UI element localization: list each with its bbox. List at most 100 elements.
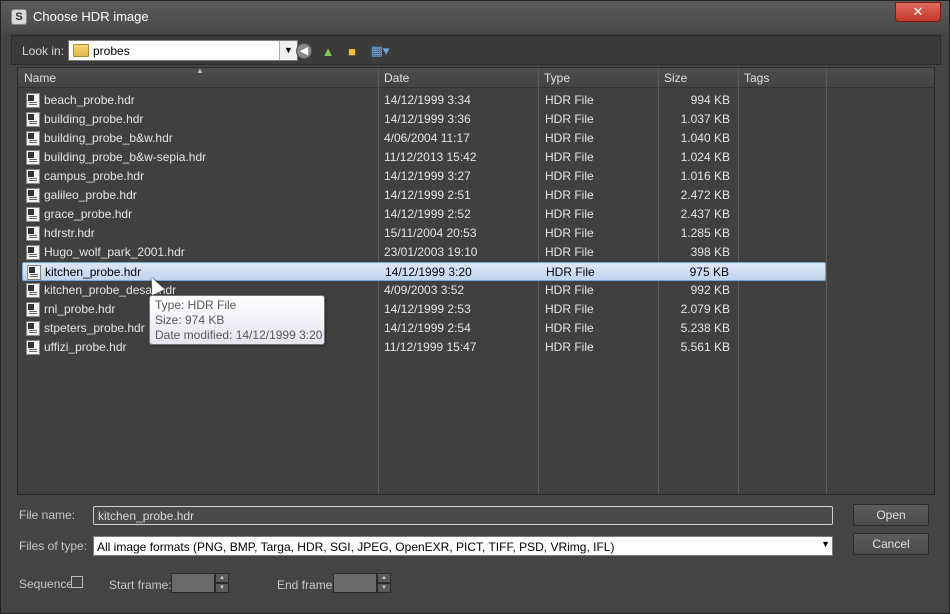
file-type: HDR File: [545, 340, 594, 354]
file-date: 23/01/2003 19:10: [384, 245, 478, 259]
file-name: uffizi_probe.hdr: [44, 340, 127, 354]
file-date: 14/12/1999 2:53: [384, 302, 471, 316]
file-name: hdrstr.hdr: [44, 226, 95, 240]
hdr-file-icon: [26, 226, 40, 241]
file-size: 1.016 KB: [680, 169, 730, 183]
file-row[interactable]: galileo_probe.hdr 14/12/1999 2:51 HDR File…: [22, 186, 826, 205]
back-icon[interactable]: ◀: [294, 41, 314, 61]
file-name: building_probe.hdr: [44, 112, 144, 126]
chevron-down-icon[interactable]: ▼: [821, 539, 830, 549]
file-date: 14/12/1999 3:34: [384, 93, 471, 107]
file-row[interactable]: stpeters_probe.hdr 14/12/1999 2:54 HDR Fil…: [22, 319, 826, 338]
file-name: campus_probe.hdr: [44, 169, 145, 183]
file-type: HDR File: [545, 169, 594, 183]
look-in-combobox[interactable]: probes ▼: [68, 40, 298, 61]
file-date: 14/12/1999 3:27: [384, 169, 471, 183]
files-of-type-select[interactable]: All image formats (PNG, BMP, Targa, HDR,…: [93, 536, 833, 556]
hdr-file-icon: [26, 169, 40, 184]
file-date: 11/12/2013 15:42: [384, 150, 477, 164]
hdr-file-icon: [26, 302, 40, 317]
file-date: 14/12/1999 3:36: [384, 112, 471, 126]
tooltip-size: Size: 974 KB: [155, 313, 225, 327]
file-type: HDR File: [545, 93, 594, 107]
end-frame-label: End frame:: [277, 578, 336, 592]
file-list-header: Name ▲ Date Type Size Tags: [18, 68, 934, 88]
spin-down-icon[interactable]: ▼: [215, 583, 229, 593]
column-tags[interactable]: Tags: [744, 71, 769, 85]
spin-down-icon[interactable]: ▼: [377, 583, 391, 593]
file-size: 2.079 KB: [680, 302, 730, 316]
file-type: HDR File: [545, 302, 594, 316]
hdr-file-icon: [26, 283, 40, 298]
file-row[interactable]: hdrstr.hdr 15/11/2004 20:53 HDR File 1.285 …: [22, 224, 826, 243]
column-name[interactable]: Name: [24, 71, 56, 85]
spin-up-icon[interactable]: ▲: [377, 573, 391, 583]
start-frame-spinner[interactable]: ▲ ▼: [171, 573, 229, 593]
file-size: 1.037 KB: [680, 112, 730, 126]
file-size: 1.285 KB: [680, 226, 730, 240]
file-size: 5.238 KB: [680, 321, 730, 335]
file-info-tooltip: Type: HDR File Size: 974 KB Date modifie…: [149, 295, 325, 345]
cancel-button[interactable]: Cancel: [853, 533, 929, 555]
file-row[interactable]: building_probe_b&w-sepia.hdr 11/12/2013 1…: [22, 148, 826, 167]
window-title: Choose HDR image: [33, 9, 149, 24]
new-folder-icon[interactable]: ■: [342, 41, 362, 61]
spin-up-icon[interactable]: ▲: [215, 573, 229, 583]
files-of-type-label: Files of type:: [19, 539, 88, 553]
file-name: grace_probe.hdr: [44, 207, 133, 221]
file-date: 4/06/2004 11:17: [384, 131, 470, 145]
column-divider[interactable]: [826, 68, 827, 494]
hdr-file-icon: [26, 112, 40, 127]
column-size[interactable]: Size: [664, 71, 687, 85]
tooltip-type: Type: HDR File: [155, 298, 237, 312]
file-name: beach_probe.hdr: [44, 93, 135, 107]
file-row[interactable]: kitchen_probe.hdr 14/12/1999 3:20 HDR File…: [22, 262, 826, 281]
file-row[interactable]: building_probe_b&w.hdr 4/06/2004 11:17 HDR…: [22, 129, 826, 148]
close-button[interactable]: ✕: [895, 2, 941, 22]
file-name: stpeters_probe.hdr: [44, 321, 145, 335]
file-date: 14/12/1999 2:51: [384, 188, 471, 202]
file-date: 4/09/2003 3:52: [384, 283, 465, 297]
files-of-type-value: All image formats (PNG, BMP, Targa, HDR,…: [97, 540, 615, 554]
file-row[interactable]: campus_probe.hdr 14/12/1999 3:27 HDR File 1…: [22, 167, 826, 186]
column-date[interactable]: Date: [384, 71, 409, 85]
file-date: 15/11/2004 20:53: [384, 226, 477, 240]
sort-ascending-icon: ▲: [196, 67, 204, 75]
file-type: HDR File: [545, 188, 594, 202]
file-row[interactable]: rnl_probe.hdr 14/12/1999 2:53 HDR File 2.07…: [22, 300, 826, 319]
start-frame-input[interactable]: [171, 573, 215, 593]
look-in-label: Look in:: [22, 44, 65, 58]
hdr-file-icon: [26, 150, 40, 165]
file-type: HDR File: [545, 245, 594, 259]
file-size: 994 KB: [690, 93, 730, 107]
sequence-checkbox[interactable]: [71, 576, 83, 588]
file-size: 2.437 KB: [680, 207, 730, 221]
end-frame-input[interactable]: [333, 573, 377, 593]
file-name: building_probe_b&w.hdr: [44, 131, 173, 145]
file-type: HDR File: [545, 283, 594, 297]
up-folder-icon[interactable]: ▲: [318, 41, 338, 61]
file-type: HDR File: [545, 226, 594, 240]
hdr-file-icon: [26, 321, 40, 336]
column-type[interactable]: Type: [544, 71, 570, 85]
file-size: 5.561 KB: [680, 340, 730, 354]
file-name: rnl_probe.hdr: [44, 302, 116, 316]
file-row[interactable]: kitchen_probe_desat.hdr 4/09/2003 3:52 HDR…: [22, 281, 826, 300]
app-logo-icon: S: [11, 9, 27, 25]
file-size: 1.040 KB: [680, 131, 730, 145]
file-row[interactable]: Hugo_wolf_park_2001.hdr 23/01/2003 19:10 H…: [22, 243, 826, 262]
file-date: 14/12/1999 2:54: [384, 321, 471, 335]
views-menu-icon[interactable]: ▦▾: [366, 41, 394, 61]
file-size: 398 KB: [690, 245, 730, 259]
file-name: Hugo_wolf_park_2001.hdr: [44, 245, 185, 259]
title-bar[interactable]: S Choose HDR image ✕: [1, 1, 949, 33]
file-size: 2.472 KB: [680, 188, 730, 202]
hdr-file-icon: [26, 188, 40, 203]
end-frame-spinner[interactable]: ▲ ▼: [333, 573, 391, 593]
file-row[interactable]: uffizi_probe.hdr 11/12/1999 15:47 HDR File…: [22, 338, 826, 357]
file-row[interactable]: building_probe.hdr 14/12/1999 3:36 HDR Fil…: [22, 110, 826, 129]
file-name-input[interactable]: [93, 506, 833, 525]
file-row[interactable]: beach_probe.hdr 14/12/1999 3:34 HDR File 99…: [22, 91, 826, 110]
open-button[interactable]: Open: [853, 504, 929, 526]
file-row[interactable]: grace_probe.hdr 14/12/1999 2:52 HDR File 2.…: [22, 205, 826, 224]
